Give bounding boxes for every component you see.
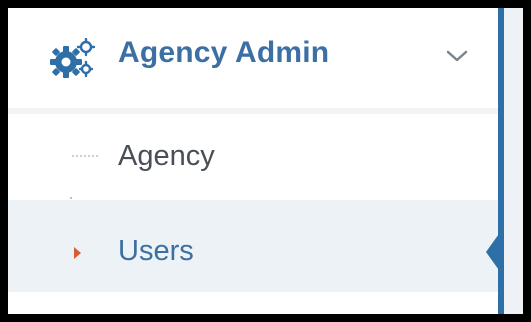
tree-connector <box>72 155 98 157</box>
gears-icon <box>50 38 96 78</box>
submenu-item-label: Users <box>118 235 194 267</box>
content-panel-border <box>498 8 504 314</box>
sidebar-frame: Agency Admin Agency Users <box>8 8 523 314</box>
menu-title: Agency Admin <box>118 36 330 69</box>
chevron-down-icon[interactable] <box>444 46 470 66</box>
submenu-item-agency[interactable]: Agency <box>8 114 498 196</box>
submenu-item-users[interactable]: Users <box>8 200 506 292</box>
active-caret-icon <box>74 247 81 259</box>
submenu-item-label: Agency <box>118 140 215 172</box>
menu-header-agency-admin[interactable]: Agency Admin <box>8 8 498 108</box>
menu-bottom-area <box>8 292 498 314</box>
